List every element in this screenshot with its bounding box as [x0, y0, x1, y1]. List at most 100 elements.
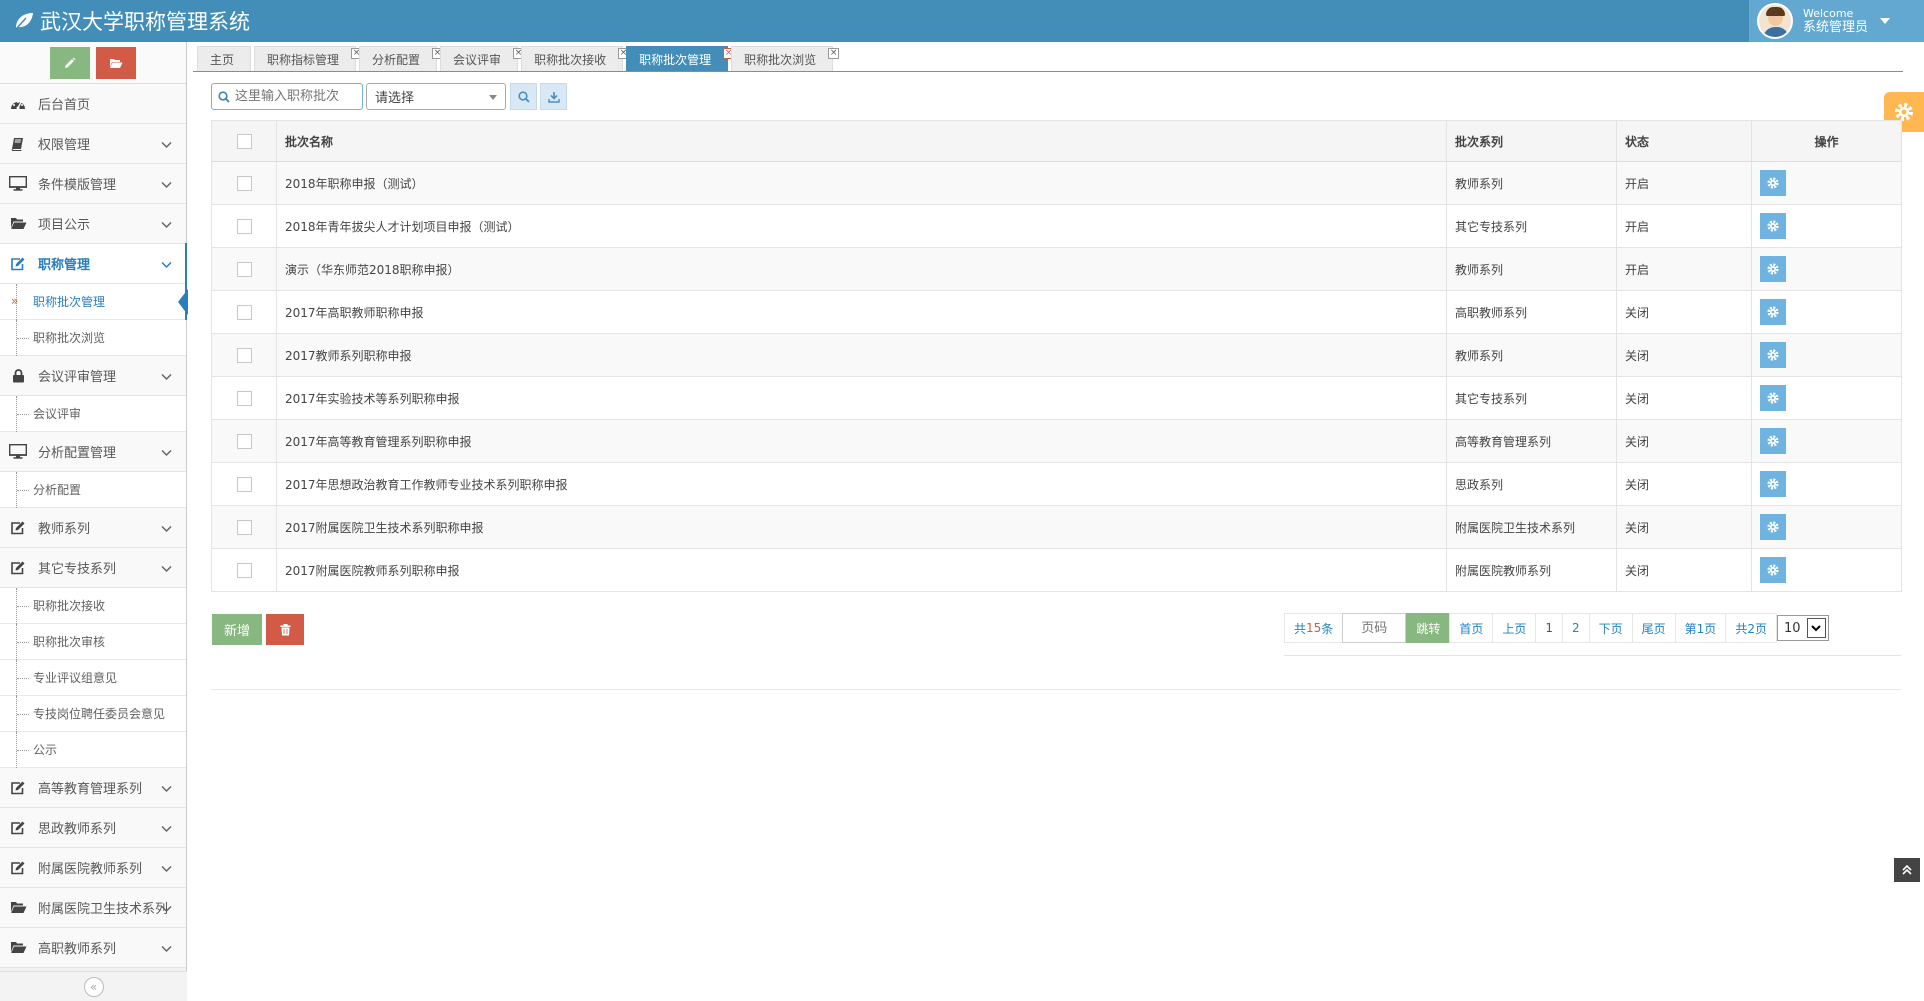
sidebar-subitem-6-0[interactable]: 分析配置 [0, 472, 186, 508]
cell-batch-series: 思政系列 [1446, 462, 1617, 506]
cell-status: 开启 [1616, 247, 1752, 291]
row-checkbox[interactable] [236, 562, 252, 578]
table-row[interactable]: 2017年思想政治教育工作教师专业技术系列职称申报 思政系列 关闭 [211, 462, 1902, 506]
sidebar-item-0[interactable]: 后台首页 [0, 84, 186, 124]
table-row[interactable]: 2017附属医院卫生技术系列职称申报 附属医院卫生技术系列 关闭 [211, 505, 1902, 549]
pager-page-1[interactable]: 1 [1535, 613, 1562, 643]
tab-4[interactable]: 职称批次接收 × [521, 46, 630, 71]
cell-status: 关闭 [1616, 333, 1752, 377]
tab-1[interactable]: 职称指标管理 × [254, 46, 363, 71]
sidebar-subitem-8-2[interactable]: 专业评议组意见 [0, 660, 186, 696]
table-row[interactable]: 演示（华东师范2018职称申报） 教师系列 开启 [211, 247, 1902, 291]
row-settings-button[interactable] [1760, 471, 1786, 497]
sidebar-item-7[interactable]: 教师系列 [0, 508, 186, 548]
chevron-down-icon [161, 865, 172, 873]
table-row[interactable]: 2017教师系列职称申报 教师系列 关闭 [211, 333, 1902, 377]
tab-2[interactable]: 分析配置 × [359, 46, 444, 71]
sidebar-item-3[interactable]: 项目公示 [0, 204, 186, 244]
row-checkbox[interactable] [236, 519, 252, 535]
tab-3[interactable]: 会议评审 × [440, 46, 525, 71]
export-button[interactable] [540, 83, 567, 110]
select-all-cell [211, 120, 277, 162]
delete-button[interactable] [266, 614, 304, 645]
search-button[interactable] [510, 83, 537, 110]
sidebar-item-12[interactable]: 附属医院卫生技术系列 [0, 888, 186, 928]
row-checkbox[interactable] [236, 261, 252, 277]
folder-open-icon [8, 901, 28, 914]
row-checkbox[interactable] [236, 218, 252, 234]
series-select[interactable]: 请选择 [366, 83, 506, 110]
add-button[interactable]: 新增 [212, 614, 262, 645]
header-batch-series[interactable]: 批次系列 [1446, 120, 1617, 162]
tab-0[interactable]: 主页 [197, 46, 252, 71]
table-row[interactable]: 2017年高职教师职称申报 高职教师系列 关闭 [211, 290, 1902, 334]
row-settings-button[interactable] [1760, 385, 1786, 411]
shortcut-folder-button[interactable] [96, 46, 136, 79]
sidebar-subitem-8-3[interactable]: 专技岗位聘任委员会意见 [0, 696, 186, 732]
sidebar-item-9[interactable]: 高等教育管理系列 [0, 768, 186, 808]
row-checkbox[interactable] [236, 476, 252, 492]
brand[interactable]: 武汉大学职称管理系统 [14, 0, 250, 42]
sidebar-item-6[interactable]: 分析配置管理 [0, 432, 186, 472]
table-row[interactable]: 2018年青年拔尖人才计划项目申报（测试） 其它专技系列 开启 [211, 204, 1902, 248]
tab-6[interactable]: 职称批次浏览 × [731, 46, 840, 71]
cell-batch-series: 教师系列 [1446, 333, 1617, 377]
table-row[interactable]: 2017附属医院教师系列职称申报 附属医院教师系列 关闭 [211, 548, 1902, 592]
sidebar-subitem-4-0[interactable]: » 职称批次管理 [0, 283, 188, 320]
sidebar-subitem-8-0[interactable]: 职称批次接收 [0, 588, 186, 624]
collapse-icon[interactable]: « [83, 976, 104, 997]
chevron-down-icon [161, 565, 172, 573]
scroll-top-button[interactable] [1894, 858, 1920, 882]
row-settings-button[interactable] [1760, 299, 1786, 325]
user-menu[interactable]: Welcome 系统管理员 [1749, 0, 1924, 42]
select-all-checkbox[interactable] [236, 133, 252, 149]
sidebar-item-13[interactable]: 高职教师系列 [0, 928, 186, 968]
row-settings-button[interactable] [1760, 342, 1786, 368]
sidebar-subitem-4-1[interactable]: 职称批次浏览 [0, 320, 186, 356]
pager-prev[interactable]: 上页 [1492, 613, 1536, 643]
sidebar-item-1[interactable]: 权限管理 [0, 124, 186, 164]
table-row[interactable]: 2018年职称申报（测试） 教师系列 开启 [211, 161, 1902, 205]
sidebar-item-8[interactable]: 其它专技系列 [0, 548, 186, 588]
folder-open-icon [110, 58, 123, 68]
row-settings-button[interactable] [1760, 256, 1786, 282]
row-checkbox[interactable] [236, 304, 252, 320]
search-input[interactable] [235, 89, 355, 104]
table-row[interactable]: 2017年高等教育管理系列职称申报 高等教育管理系列 关闭 [211, 419, 1902, 463]
header-batch-name[interactable]: 批次名称 [276, 120, 1447, 162]
row-checkbox[interactable] [236, 433, 252, 449]
page-number-input[interactable] [1343, 615, 1406, 641]
chevron-down-icon [161, 449, 172, 457]
close-icon[interactable]: × [828, 48, 840, 59]
sidebar-item-4[interactable]: 职称管理 [0, 243, 187, 284]
row-checkbox[interactable] [236, 390, 252, 406]
pager-next[interactable]: 下页 [1588, 613, 1632, 643]
sidebar-subitem-8-4[interactable]: 公示 [0, 732, 186, 768]
sidebar-item-10[interactable]: 思政教师系列 [0, 808, 186, 848]
page-size-select[interactable]: 10 [1776, 615, 1829, 641]
pager-first[interactable]: 首页 [1449, 613, 1493, 643]
tab-5[interactable]: 职称批次管理 × [626, 46, 735, 71]
sidebar-item-11[interactable]: 附属医院教师系列 [0, 848, 186, 888]
row-settings-button[interactable] [1760, 557, 1786, 583]
row-checkbox[interactable] [236, 175, 252, 191]
pager-last[interactable]: 尾页 [1631, 613, 1675, 643]
chevron-down-icon [161, 373, 172, 381]
sidebar-subitem-8-1[interactable]: 职称批次审核 [0, 624, 186, 660]
row-settings-button[interactable] [1760, 514, 1786, 540]
sidebar-item-label: 附属医院教师系列 [38, 862, 143, 877]
shortcut-edit-button[interactable] [50, 46, 90, 79]
sidebar-subitem-5-0[interactable]: 会议评审 [0, 396, 186, 432]
table-row[interactable]: 2017年实验技术等系列职称申报 其它专技系列 关闭 [211, 376, 1902, 420]
row-settings-button[interactable] [1760, 428, 1786, 454]
sidebar-item-5[interactable]: 会议评审管理 [0, 356, 186, 396]
header-status[interactable]: 状态 [1616, 120, 1752, 162]
gear-icon [1767, 263, 1779, 275]
sidebar-item-2[interactable]: 条件模版管理 [0, 164, 186, 204]
header-actions: 操作 [1751, 120, 1902, 162]
pager-jump-button[interactable]: 跳转 [1406, 613, 1450, 643]
row-settings-button[interactable] [1760, 170, 1786, 196]
row-checkbox[interactable] [236, 347, 252, 363]
row-settings-button[interactable] [1760, 213, 1786, 239]
pager-page-2[interactable]: 2 [1562, 613, 1589, 643]
